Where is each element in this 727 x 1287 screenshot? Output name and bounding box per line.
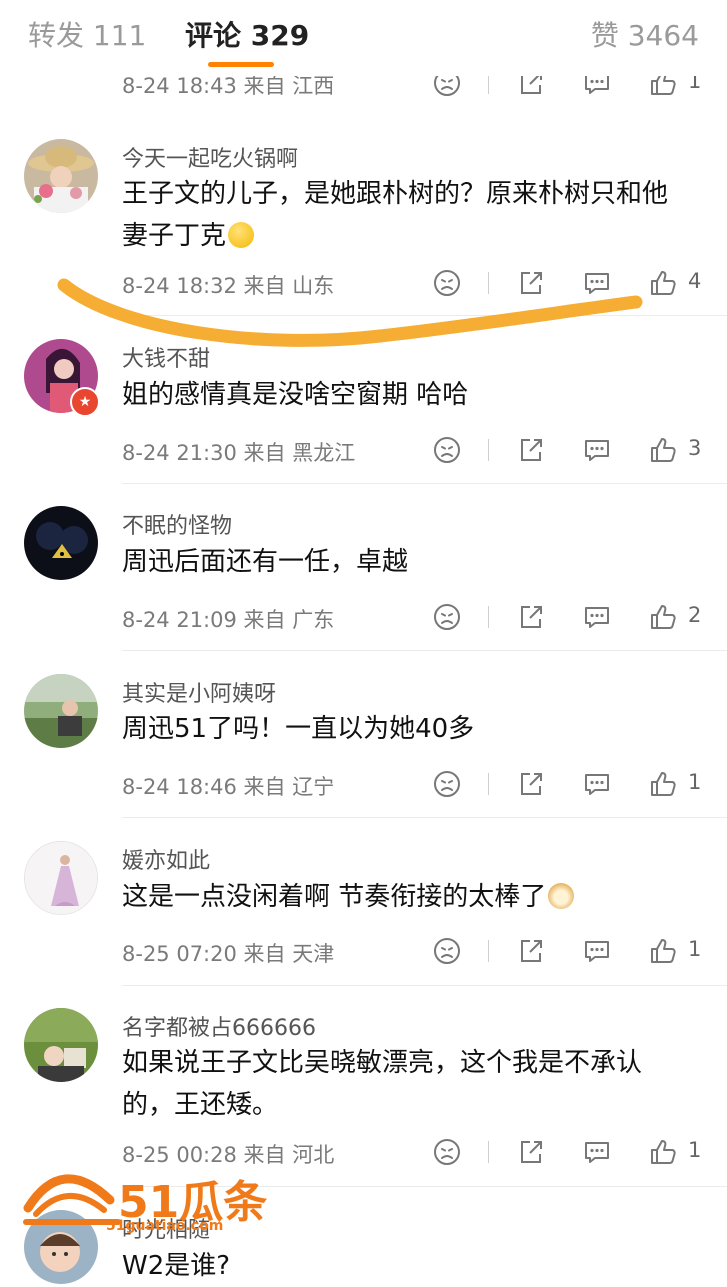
dislike-icon[interactable] <box>432 769 462 799</box>
comment-meta: 8-24 21:09 来自 广东 <box>122 608 335 632</box>
smile-emoji-icon <box>228 222 255 248</box>
comment-meta: 8-24 21:30 来自 黑龙江 <box>122 441 356 465</box>
like-icon[interactable] <box>648 769 678 799</box>
comment-meta: 8-25 07:20 来自 天津 <box>122 942 335 966</box>
share-icon[interactable] <box>516 435 546 465</box>
tab-comments[interactable]: 评论 329 <box>185 14 309 54</box>
like-count: 2 <box>688 603 702 627</box>
comment-icon[interactable] <box>582 1137 612 1167</box>
avatar[interactable] <box>24 674 98 748</box>
comment-author[interactable]: 其实是小阿姨呀 <box>122 676 276 708</box>
avatar[interactable] <box>24 1008 98 1082</box>
comment-author[interactable]: 不眠的怪物 <box>122 508 232 540</box>
like-icon[interactable] <box>648 602 678 632</box>
like-icon[interactable] <box>648 936 678 966</box>
like-count: 1 <box>688 937 702 961</box>
comment-text-content: 这是一点没闲着啊 节奏衔接的太棒了 <box>122 882 547 912</box>
dislike-icon[interactable] <box>432 1137 462 1167</box>
share-icon[interactable] <box>516 602 546 632</box>
like-icon[interactable] <box>648 1137 678 1167</box>
dislike-icon[interactable] <box>432 435 462 465</box>
comment-text: 这是一点没闲着啊 节奏衔接的太棒了 <box>122 876 692 918</box>
comment-icon[interactable] <box>582 769 612 799</box>
dislike-icon[interactable] <box>432 602 462 632</box>
highlight-annotation <box>57 278 643 347</box>
avatar[interactable] <box>24 506 98 580</box>
comment-text: 王子文的儿子，是她跟朴树的？原来朴树只和他妻子丁克 <box>122 173 692 257</box>
watermark-logo: 51瓜条 51guatiao.com <box>22 1160 282 1240</box>
comment-text: 周迅51了吗！一直以为她40多 <box>122 714 475 744</box>
watermark-sub-text: 51guatiao.com <box>106 1218 224 1234</box>
share-icon[interactable] <box>516 1137 546 1167</box>
avatar[interactable] <box>24 139 98 213</box>
comment-meta: 8-24 18:46 来自 辽宁 <box>122 775 335 799</box>
comment-icon[interactable] <box>582 435 612 465</box>
avatar[interactable] <box>24 841 98 915</box>
like-count: 1 <box>688 770 702 794</box>
share-icon[interactable] <box>516 936 546 966</box>
dislike-icon[interactable] <box>432 936 462 966</box>
comment-text: W2是谁? <box>122 1251 231 1281</box>
active-tab-indicator <box>208 62 274 67</box>
tab-bar: 转发 111 评论 329 赞 3464 <box>0 0 727 76</box>
comment-author[interactable]: 名字都被占666666 <box>122 1010 316 1042</box>
comment-author[interactable]: 媛亦如此 <box>122 843 210 875</box>
tab-likes[interactable]: 赞 3464 <box>591 14 699 54</box>
comment-text-content: 王子文的儿子，是她跟朴树的？原来朴树只和他妻子丁克 <box>122 179 669 251</box>
verified-badge-icon: ★ <box>70 387 100 417</box>
comment-text: 姐的感情真是没啥空窗期 哈哈 <box>122 380 469 410</box>
comment-text: 如果说王子文比吴晓敏漂亮，这个我是不承认的，王还矮。 <box>122 1048 643 1120</box>
share-icon[interactable] <box>516 769 546 799</box>
comment-text: 周迅后面还有一任，卓越 <box>122 547 409 577</box>
comment-author[interactable]: 今天一起吃火锅啊 <box>122 141 298 173</box>
comment-icon[interactable] <box>582 602 612 632</box>
like-count: 1 <box>688 1138 702 1162</box>
doge-emoji-icon <box>548 883 575 909</box>
like-count: 3 <box>688 436 702 460</box>
tab-repost[interactable]: 转发 111 <box>28 14 146 54</box>
comment-icon[interactable] <box>582 936 612 966</box>
like-icon[interactable] <box>648 435 678 465</box>
comment-list: 8-24 18:43 来自 江西 1 今天一起吃火锅啊 王子文的儿子，是她跟朴树… <box>0 0 727 1284</box>
